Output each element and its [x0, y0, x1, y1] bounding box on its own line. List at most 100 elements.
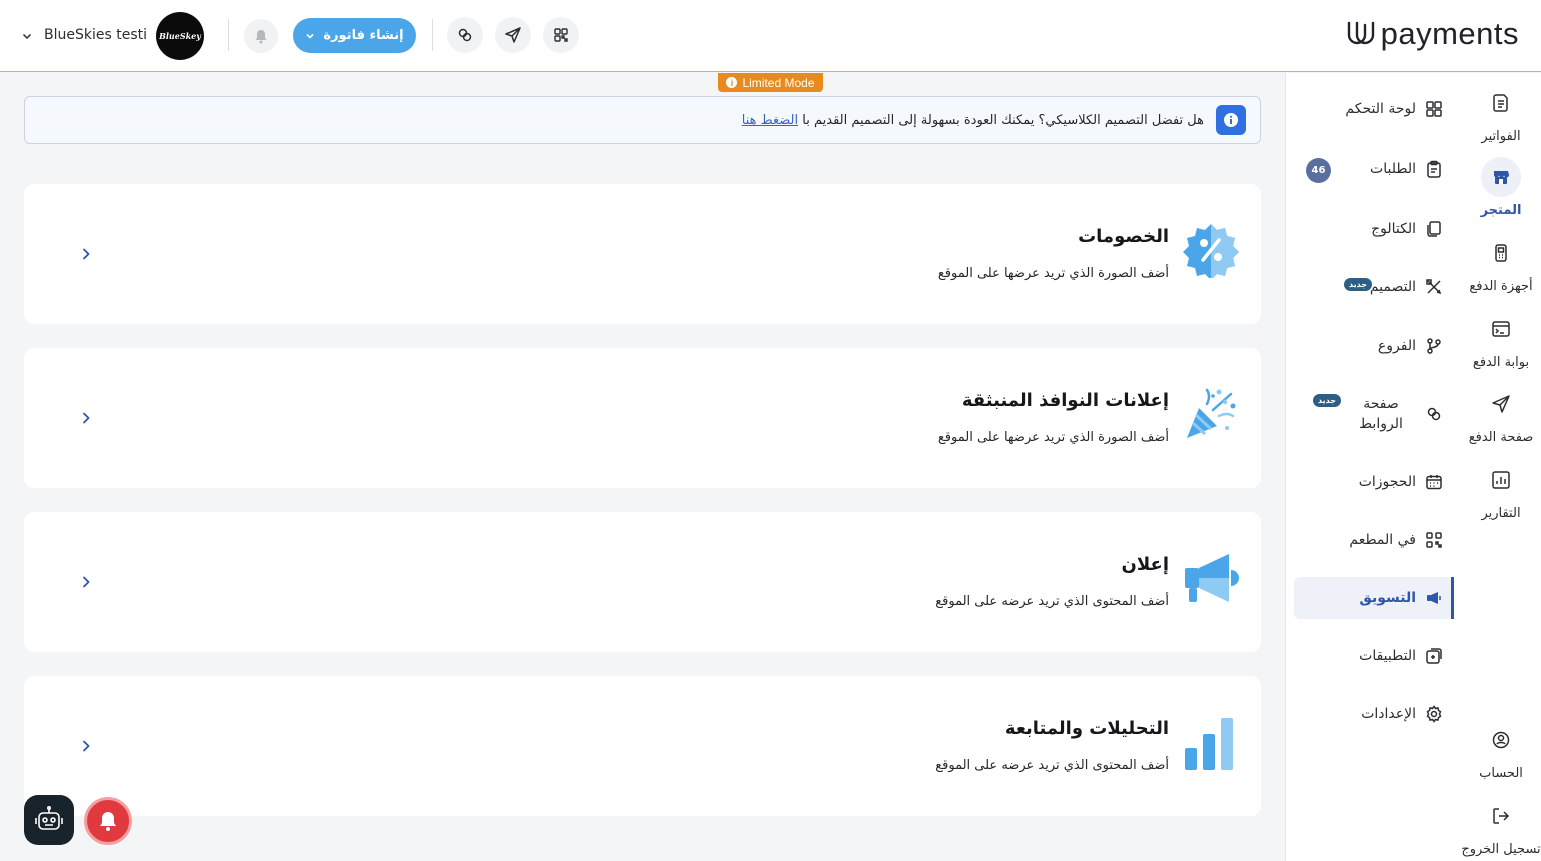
marketing-card-analytics[interactable]: التحليلات والمتابعة أضف المحتوى الذي تري… — [24, 676, 1261, 816]
account-menu-toggle[interactable] — [20, 28, 34, 47]
sidebar-item-in-restaurant[interactable]: في المطعم — [1294, 519, 1454, 561]
branch-icon — [1424, 336, 1444, 356]
rail-item-logout[interactable]: تسجيل الخروج — [1461, 796, 1541, 857]
bell-icon — [255, 30, 267, 44]
grid-icon — [1424, 99, 1444, 119]
notifications-button[interactable] — [244, 19, 278, 53]
rail-item-payment-gateway[interactable]: بوابة الدفع — [1461, 309, 1541, 370]
gear-icon — [1424, 704, 1444, 724]
rail-item-label: الفواتير — [1481, 129, 1521, 144]
rail-item-invoices[interactable]: الفواتير — [1461, 83, 1541, 144]
create-invoice-label: إنشاء فاتورة — [323, 28, 404, 43]
sidebar-item-marketing[interactable]: التسويق — [1294, 577, 1454, 619]
rail-item-label: بوابة الدفع — [1472, 355, 1530, 370]
card-subtitle: أضف المحتوى الذي تريد عرضه على الموقع — [935, 594, 1169, 609]
sidebar-item-bookings[interactable]: الحجوزات — [1294, 461, 1454, 503]
card-title: إعلانات النوافذ المنبثقة — [961, 390, 1169, 411]
sidebar-item-label: الفروع — [1377, 338, 1416, 354]
qr-icon — [554, 28, 568, 42]
terminal-icon — [1481, 309, 1521, 349]
card-subtitle: أضف الصورة الذي تريد عرضها على الموقع — [937, 266, 1169, 281]
divider — [432, 19, 433, 51]
chevron-down-icon — [306, 33, 314, 39]
card-title: إعلان — [1121, 554, 1170, 575]
main-rail: الفواتير المتجر أجهزة الدفع بوابة الدفع … — [1461, 73, 1541, 861]
main-content: هل تفضل التصميم الكلاسيكي؟ يمكنك العودة … — [0, 73, 1285, 861]
rail-item-pos-devices[interactable]: أجهزة الدفع — [1461, 233, 1541, 294]
store-icon — [1481, 157, 1521, 197]
store-sidebar: لوحة التحكم الطلبات 46 الكتالوج التصميم … — [1285, 73, 1461, 861]
limited-mode-badge: i Limited Mode — [718, 73, 823, 92]
logo[interactable]: payments — [1345, 14, 1519, 54]
card-subtitle: أضف الصورة الذي تريد عرضها على الموقع — [937, 430, 1169, 445]
link-button[interactable] — [447, 17, 483, 53]
chevron-right-icon[interactable] — [76, 734, 96, 758]
design-tools-icon — [1424, 277, 1444, 297]
push-notification-button[interactable] — [84, 797, 132, 845]
limited-mode-label: Limited Mode — [742, 75, 815, 90]
megaphone-icon — [1183, 550, 1239, 606]
link-icon — [458, 28, 472, 42]
sidebar-item-label: التسويق — [1359, 590, 1416, 606]
rail-item-label: التقارير — [1481, 506, 1521, 521]
classic-design-banner: هل تفضل التصميم الكلاسيكي؟ يمكنك العودة … — [24, 96, 1261, 144]
sidebar-item-branches[interactable]: الفروع — [1294, 325, 1454, 367]
sidebar-item-label: الطلبات — [1370, 161, 1416, 177]
bar-chart-icon — [1183, 714, 1239, 770]
banner-message: هل تفضل التصميم الكلاسيكي؟ يمكنك العودة … — [802, 112, 1204, 128]
logout-icon — [1481, 796, 1521, 836]
sidebar-item-settings[interactable]: الإعدادات — [1294, 693, 1454, 735]
invoice-icon — [1481, 83, 1521, 123]
sidebar-item-label: صفحة الروابط — [1359, 396, 1403, 432]
marketing-card-announcement[interactable]: إعلان أضف المحتوى الذي تريد عرضه على الم… — [24, 512, 1261, 652]
marketing-card-discounts[interactable]: الخصومات أضف الصورة الذي تريد عرضها على … — [24, 184, 1261, 324]
chevron-right-icon[interactable] — [76, 406, 96, 430]
clipboard-icon — [1424, 159, 1444, 179]
rail-item-label: الحساب — [1479, 766, 1523, 781]
rail-item-payment-page[interactable]: صفحة الدفع — [1461, 384, 1541, 445]
send-button[interactable] — [495, 17, 531, 53]
card-subtitle: أضف المحتوى الذي تريد عرضه على الموقع — [935, 758, 1169, 773]
rail-item-label: أجهزة الدفع — [1469, 279, 1533, 294]
sidebar-item-label: في المطعم — [1349, 532, 1416, 548]
logo-text: payments — [1380, 16, 1519, 51]
catalog-icon — [1424, 219, 1444, 239]
top-bar: payments إنشاء فاتورة BlueSkey BlueSkies… — [0, 0, 1541, 72]
banner-link[interactable]: الضغط هنا — [742, 113, 798, 128]
pos-device-icon — [1481, 233, 1521, 273]
rail-item-store[interactable]: المتجر — [1461, 157, 1541, 218]
link-icon — [1424, 404, 1444, 424]
new-badge: جديد — [1344, 278, 1373, 291]
sidebar-item-label: التصميم — [1369, 279, 1416, 295]
report-icon — [1481, 460, 1521, 500]
banner-text: هل تفضل التصميم الكلاسيكي؟ يمكنك العودة … — [742, 113, 1204, 128]
sidebar-item-catalog[interactable]: الكتالوج — [1294, 208, 1454, 250]
apps-icon — [1424, 646, 1444, 666]
sidebar-item-dashboard[interactable]: لوحة التحكم — [1294, 88, 1454, 130]
marketing-card-popups[interactable]: إعلانات النوافذ المنبثقة أضف الصورة الذي… — [24, 348, 1261, 488]
rail-item-account[interactable]: الحساب — [1461, 720, 1541, 781]
rail-item-label: المتجر — [1480, 203, 1522, 218]
qr-button[interactable] — [543, 17, 579, 53]
sidebar-item-apps[interactable]: التطبيقات — [1294, 635, 1454, 677]
chatbot-button[interactable] — [24, 795, 74, 845]
avatar[interactable]: BlueSkey — [156, 12, 204, 60]
megaphone-icon — [1424, 588, 1444, 608]
account-name[interactable]: BlueSkies testi… — [44, 27, 148, 43]
sidebar-item-design[interactable]: التصميم — [1294, 266, 1454, 308]
send-icon — [505, 27, 521, 43]
logo-mark-icon — [1347, 21, 1374, 45]
divider — [228, 19, 229, 51]
rail-item-label: صفحة الدفع — [1468, 430, 1534, 445]
sidebar-item-label: الإعدادات — [1361, 706, 1416, 722]
rail-item-label: تسجيل الخروج — [1461, 842, 1541, 857]
card-title: التحليلات والمتابعة — [1004, 718, 1169, 739]
send-icon — [1481, 384, 1521, 424]
chevron-right-icon[interactable] — [76, 242, 96, 266]
new-badge: جديد — [1313, 394, 1342, 407]
create-invoice-button[interactable]: إنشاء فاتورة — [293, 18, 416, 53]
chevron-right-icon[interactable] — [76, 570, 96, 594]
account-icon — [1481, 720, 1521, 760]
robot-icon — [35, 805, 63, 830]
rail-item-reports[interactable]: التقارير — [1461, 460, 1541, 521]
